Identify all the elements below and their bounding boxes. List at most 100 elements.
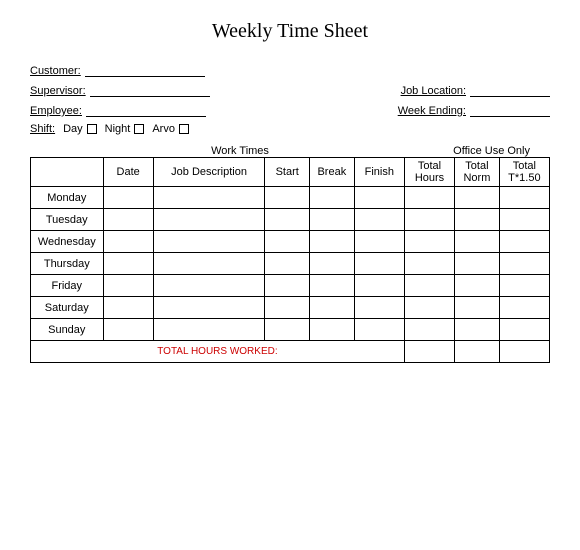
start-cell[interactable]	[265, 187, 310, 209]
total-hours-cell	[404, 297, 454, 319]
week-ending-input[interactable]	[470, 103, 550, 117]
table-row: Wednesday	[31, 231, 550, 253]
break-cell[interactable]	[310, 275, 355, 297]
day-label: Monday	[31, 187, 104, 209]
desc-cell[interactable]	[153, 297, 265, 319]
break-cell[interactable]	[310, 231, 355, 253]
table-row: Saturday	[31, 297, 550, 319]
col-header-finish: Finish	[354, 158, 404, 187]
date-cell[interactable]	[103, 187, 153, 209]
desc-cell[interactable]	[153, 231, 265, 253]
supervisor-joblocal-row: Supervisor: Job Location:	[30, 83, 550, 97]
total-t150-cell	[499, 209, 549, 231]
employee-field: Employee:	[30, 103, 206, 117]
start-cell[interactable]	[265, 209, 310, 231]
total-t150-value	[499, 341, 549, 363]
job-location-input[interactable]	[470, 83, 550, 97]
customer-input[interactable]	[85, 63, 205, 77]
total-hours-cell	[404, 209, 454, 231]
total-norm-cell	[455, 253, 500, 275]
total-norm-cell	[455, 275, 500, 297]
total-hours-cell	[404, 275, 454, 297]
start-cell[interactable]	[265, 319, 310, 341]
job-location-field: Job Location:	[401, 83, 550, 97]
start-cell[interactable]	[265, 253, 310, 275]
col-header-total-t150: Total T*1.50	[499, 158, 549, 187]
table-header-row: Date Job Description Start Break Finish …	[31, 158, 550, 187]
employee-input[interactable]	[86, 103, 206, 117]
date-cell[interactable]	[103, 297, 153, 319]
break-cell[interactable]	[310, 253, 355, 275]
start-cell[interactable]	[265, 297, 310, 319]
shift-night-group: Night	[105, 123, 145, 135]
desc-cell[interactable]	[153, 209, 265, 231]
shift-row: Shift: Day Night Arvo	[30, 123, 550, 135]
finish-cell[interactable]	[354, 319, 404, 341]
total-norm-cell	[455, 319, 500, 341]
total-norm-cell	[455, 187, 500, 209]
break-cell[interactable]	[310, 209, 355, 231]
start-cell[interactable]	[265, 275, 310, 297]
table-row: Friday	[31, 275, 550, 297]
customer-label: Customer:	[30, 65, 81, 77]
total-hours-value	[404, 341, 454, 363]
desc-cell[interactable]	[153, 253, 265, 275]
desc-cell[interactable]	[153, 275, 265, 297]
finish-cell[interactable]	[354, 253, 404, 275]
finish-cell[interactable]	[354, 231, 404, 253]
shift-night-checkbox[interactable]	[134, 124, 144, 134]
date-cell[interactable]	[103, 209, 153, 231]
page-title: Weekly Time Sheet	[30, 20, 550, 43]
section-labels: Work Times Office Use Only	[30, 145, 550, 157]
job-location-label: Job Location:	[401, 85, 466, 97]
total-t150-cell	[499, 187, 549, 209]
date-cell[interactable]	[103, 253, 153, 275]
day-label: Thursday	[31, 253, 104, 275]
finish-cell[interactable]	[354, 209, 404, 231]
table-row: Sunday	[31, 319, 550, 341]
col-header-date: Date	[103, 158, 153, 187]
break-cell[interactable]	[310, 297, 355, 319]
total-norm-cell	[455, 297, 500, 319]
total-norm-cell	[455, 209, 500, 231]
break-cell[interactable]	[310, 319, 355, 341]
date-cell[interactable]	[103, 231, 153, 253]
form-section: Customer: Supervisor: Job Location: Empl…	[30, 63, 550, 135]
finish-cell[interactable]	[354, 275, 404, 297]
total-hours-label: TOTAL HOURS WORKED:	[31, 341, 405, 363]
finish-cell[interactable]	[354, 297, 404, 319]
table-row: Thursday	[31, 253, 550, 275]
total-t150-cell	[499, 319, 549, 341]
total-hours-cell	[404, 319, 454, 341]
day-label: Friday	[31, 275, 104, 297]
week-ending-label: Week Ending:	[398, 105, 466, 117]
day-label: Wednesday	[31, 231, 104, 253]
total-hours-cell	[404, 187, 454, 209]
total-t150-cell	[499, 253, 549, 275]
total-hours-cell	[404, 253, 454, 275]
desc-cell[interactable]	[153, 319, 265, 341]
supervisor-label: Supervisor:	[30, 85, 86, 97]
date-cell[interactable]	[103, 319, 153, 341]
start-cell[interactable]	[265, 231, 310, 253]
finish-cell[interactable]	[354, 187, 404, 209]
supervisor-field: Supervisor:	[30, 83, 210, 97]
work-times-label: Work Times	[30, 145, 390, 157]
employee-label: Employee:	[30, 105, 82, 117]
desc-cell[interactable]	[153, 187, 265, 209]
shift-arvo-label: Arvo	[152, 123, 175, 135]
employee-weekending-row: Employee: Week Ending:	[30, 103, 550, 117]
shift-arvo-checkbox[interactable]	[179, 124, 189, 134]
customer-row: Customer:	[30, 63, 550, 77]
shift-day-checkbox[interactable]	[87, 124, 97, 134]
col-header-total-norm: Total Norm	[455, 158, 500, 187]
date-cell[interactable]	[103, 275, 153, 297]
week-ending-field: Week Ending:	[398, 103, 550, 117]
supervisor-input[interactable]	[90, 83, 210, 97]
total-norm-value	[455, 341, 500, 363]
break-cell[interactable]	[310, 187, 355, 209]
col-header-total-hours: Total Hours	[404, 158, 454, 187]
total-hours-cell	[404, 231, 454, 253]
day-label: Sunday	[31, 319, 104, 341]
total-row: TOTAL HOURS WORKED:	[31, 341, 550, 363]
